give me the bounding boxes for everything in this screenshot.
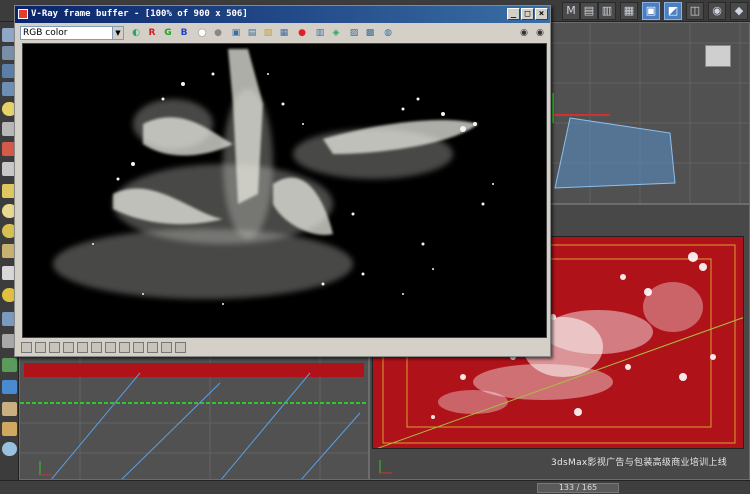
magnet-icon[interactable]: M xyxy=(562,2,580,20)
watermark-text: 3dsMax影视广告与包装高级商业培训上线 xyxy=(551,458,728,468)
3dsmax-workspace: M ▤ ▥ ▦ ▣ ◩ ◫ ◉ ◆ V-Ray frame buffer - [… xyxy=(0,0,750,494)
align-icon[interactable]: ▥ xyxy=(598,2,616,20)
viewport-front[interactable] xyxy=(19,352,369,480)
minimize-button[interactable]: _ xyxy=(507,8,520,20)
timeline-bar: 133 / 165 xyxy=(0,480,750,494)
curve-editor-icon[interactable]: ◩ xyxy=(664,2,682,20)
maximize-button[interactable]: □ xyxy=(521,8,534,20)
render-setup-icon[interactable]: ◆ xyxy=(730,2,748,20)
close-button[interactable]: × xyxy=(535,8,548,20)
red-channel-button[interactable]: R xyxy=(145,26,159,40)
vfb-status-button[interactable] xyxy=(133,342,144,353)
patch-icon[interactable] xyxy=(2,422,17,436)
viewcube-icon[interactable] xyxy=(705,45,731,67)
vfb-history-icon[interactable]: ◉ xyxy=(533,26,547,40)
load-image-icon[interactable]: ▤ xyxy=(245,26,259,40)
green-channel-button[interactable]: G xyxy=(161,26,175,40)
vfb-title-bar[interactable]: V-Ray frame buffer - [100% of 900 x 506]… xyxy=(15,6,550,23)
vfb-status-button[interactable] xyxy=(91,342,102,353)
color-picker-icon[interactable]: ◐ xyxy=(129,26,143,40)
vfb-status-button[interactable] xyxy=(49,342,60,353)
render-stop-icon[interactable]: ● xyxy=(295,26,309,40)
vfb-toolbar: RGB color ▼ ◐ R G B ● ● ▣ ▤ ▧ ▦ ● ▥ ◈ ▨ … xyxy=(17,25,548,43)
channel-select-value: RGB color xyxy=(23,28,68,38)
vfb-status-button[interactable] xyxy=(105,342,116,353)
vfb-status-button[interactable] xyxy=(119,342,130,353)
mirror-icon[interactable]: ▤ xyxy=(580,2,598,20)
material-editor-icon[interactable]: ◉ xyxy=(708,2,726,20)
vfb-status-button[interactable] xyxy=(175,342,186,353)
vfb-status-button[interactable] xyxy=(35,342,46,353)
viewport-perspective[interactable] xyxy=(549,22,750,204)
particles-icon[interactable] xyxy=(2,380,17,394)
layers-icon[interactable]: ▦ xyxy=(620,2,638,20)
time-slider[interactable]: 133 / 165 xyxy=(537,483,619,493)
shell-icon[interactable] xyxy=(2,402,17,416)
duplicate-vfb-icon[interactable]: ▦ xyxy=(277,26,291,40)
vfb-status-bar xyxy=(17,341,548,355)
space-warp-icon[interactable] xyxy=(2,442,17,456)
monochrome-icon[interactable]: ● xyxy=(211,26,225,40)
channel-select[interactable]: RGB color ▼ xyxy=(20,26,124,40)
clear-image-icon[interactable]: ▧ xyxy=(261,26,275,40)
vfb-options-icon[interactable]: ◉ xyxy=(517,26,531,40)
vray-frame-buffer-window[interactable]: V-Ray frame buffer - [100% of 900 x 506]… xyxy=(14,5,551,357)
vfb-status-button[interactable] xyxy=(77,342,88,353)
vfb-status-button[interactable] xyxy=(21,342,32,353)
save-image-icon[interactable]: ▣ xyxy=(229,26,243,40)
rendered-image[interactable] xyxy=(22,43,547,338)
link-to-viewport-icon[interactable]: ▨ xyxy=(347,26,361,40)
schematic-view-icon[interactable]: ◫ xyxy=(686,2,704,20)
vfb-status-button[interactable] xyxy=(161,342,172,353)
vfb-status-button[interactable] xyxy=(63,342,74,353)
render-last-icon[interactable]: ▩ xyxy=(363,26,377,40)
lens-effects-icon[interactable]: ◍ xyxy=(381,26,395,40)
graph-editor-icon[interactable]: ▣ xyxy=(642,2,660,20)
blue-channel-button[interactable]: B xyxy=(177,26,191,40)
vfb-status-button[interactable] xyxy=(147,342,158,353)
plane-icon[interactable] xyxy=(2,358,17,372)
chevron-down-icon[interactable]: ▼ xyxy=(112,27,123,39)
track-mouse-icon[interactable]: ▥ xyxy=(313,26,327,40)
vray-icon xyxy=(18,9,28,19)
region-render-icon[interactable]: ◈ xyxy=(329,26,343,40)
vfb-title-text: V-Ray frame buffer - [100% of 900 x 506] xyxy=(31,9,248,19)
alpha-channel-icon[interactable]: ● xyxy=(195,26,209,40)
